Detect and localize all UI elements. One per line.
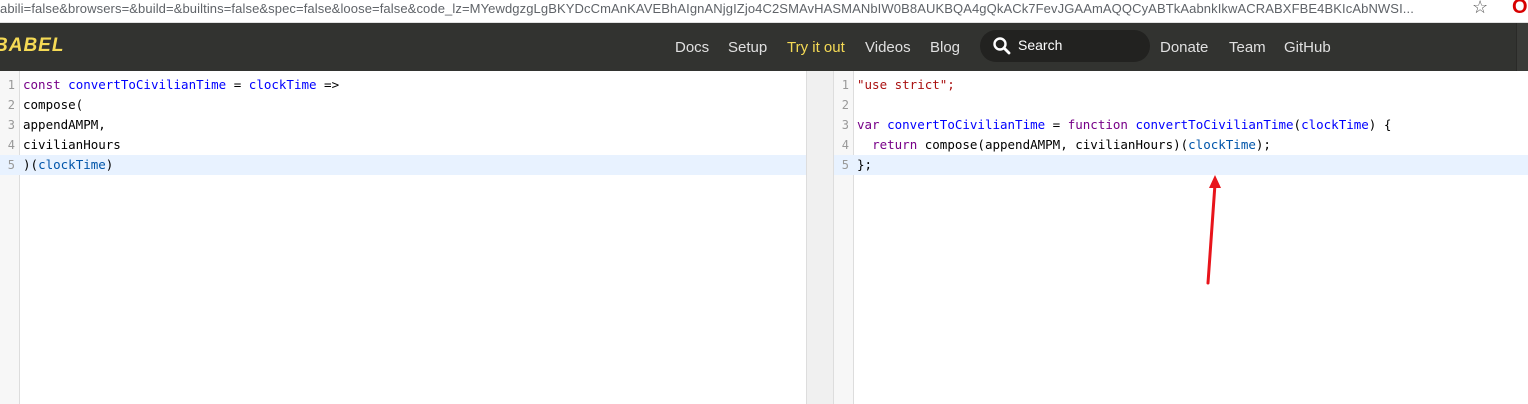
search-icon [993, 37, 1011, 55]
nav-team[interactable]: Team [1229, 39, 1266, 56]
line-number: 5 [841, 158, 849, 172]
url-text[interactable]: abili=false&browsers=&build=&builtins=fa… [0, 1, 1414, 16]
code-text[interactable]: civilianHours [23, 135, 121, 155]
pane-divider[interactable] [806, 71, 834, 404]
line-number: 2 [7, 98, 15, 112]
line-number: 1 [7, 78, 15, 92]
nav-try-it-out[interactable]: Try it out [787, 39, 845, 56]
code-line[interactable]: 4 civilianHours [0, 135, 806, 155]
nav-videos[interactable]: Videos [865, 39, 911, 56]
line-number: 3 [7, 118, 15, 132]
code-text[interactable]: }; [857, 155, 872, 175]
code-text[interactable]: "use strict"; [857, 75, 955, 95]
nav-blog[interactable]: Blog [930, 39, 960, 56]
code-line-active[interactable]: 5 }; [834, 155, 1528, 175]
url-fade [1420, 0, 1470, 22]
search-box[interactable]: Search [980, 30, 1150, 62]
nav-docs[interactable]: Docs [675, 39, 709, 56]
code-text[interactable]: appendAMPM, [23, 115, 106, 135]
nav-github[interactable]: GitHub [1284, 39, 1331, 56]
babel-logo[interactable]: BABEL [0, 35, 64, 57]
page-scrollbar[interactable] [1516, 23, 1528, 71]
code-line[interactable]: 2 [834, 95, 1528, 115]
line-number: 3 [841, 118, 849, 132]
nav-donate[interactable]: Donate [1160, 39, 1208, 56]
code-line[interactable]: 3 var convertToCivilianTime = function c… [834, 115, 1528, 135]
code-line[interactable]: 2 compose( [0, 95, 806, 115]
code-line-active[interactable]: 5 )(clockTime) [0, 155, 806, 175]
nav-setup[interactable]: Setup [728, 39, 767, 56]
line-number: 2 [841, 98, 849, 112]
line-number: 4 [7, 138, 15, 152]
code-text[interactable]: compose( [23, 95, 83, 115]
browser-url-bar[interactable]: abili=false&browsers=&build=&builtins=fa… [0, 0, 1528, 23]
code-line[interactable]: 3 appendAMPM, [0, 115, 806, 135]
code-text[interactable]: return compose(appendAMPM, civilianHours… [857, 135, 1271, 155]
opera-extension-icon[interactable]: O [1512, 0, 1528, 19]
site-header: BABEL Docs Setup Try it out Videos Blog … [0, 23, 1528, 71]
code-text[interactable]: )(clockTime) [23, 155, 113, 175]
input-editor[interactable]: 1 const convertToCivilianTime = clockTim… [0, 71, 806, 404]
code-line[interactable]: 1 "use strict"; [834, 75, 1528, 95]
code-text[interactable]: var convertToCivilianTime = function con… [857, 115, 1391, 135]
output-editor[interactable]: 1 "use strict"; 2 3 var convertToCivilia… [834, 71, 1528, 404]
line-number: 1 [841, 78, 849, 92]
search-placeholder: Search [1018, 37, 1063, 53]
bookmark-star-icon[interactable]: ☆ [1472, 0, 1488, 18]
line-number: 4 [841, 138, 849, 152]
code-line[interactable]: 1 const convertToCivilianTime = clockTim… [0, 75, 806, 95]
line-number: 5 [7, 158, 15, 172]
code-text[interactable]: const convertToCivilianTime = clockTime … [23, 75, 339, 95]
code-line[interactable]: 4 return compose(appendAMPM, civilianHou… [834, 135, 1528, 155]
